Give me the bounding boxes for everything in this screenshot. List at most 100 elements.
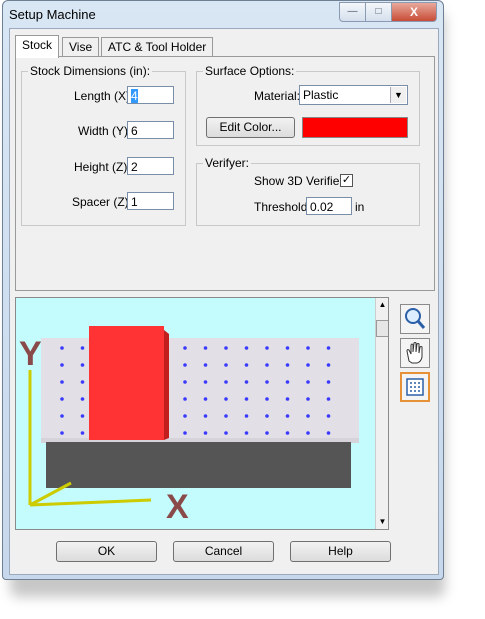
fixture-hole <box>265 363 269 367</box>
fixture-hole <box>80 431 85 435</box>
fixture-hole <box>183 431 187 435</box>
fixture-hole <box>60 431 64 435</box>
fixture-hole <box>306 380 310 384</box>
fixture-hole <box>203 346 208 350</box>
fixture-hole <box>285 414 290 418</box>
help-button[interactable]: Help <box>290 541 391 562</box>
x-axis-line <box>29 498 152 507</box>
surface-color-swatch <box>302 117 408 138</box>
surface-options-title: Surface Options: <box>203 64 297 78</box>
fixture-hole <box>60 414 64 418</box>
dialog-client: Stock Vise ATC & Tool Holder Stock Dimen… <box>9 28 439 575</box>
tab-stock[interactable]: Stock <box>15 35 60 58</box>
fixture-hole <box>285 380 290 384</box>
machine-table <box>46 442 351 488</box>
height-input[interactable]: 2 <box>127 157 174 175</box>
zoom-tool-button[interactable] <box>400 304 430 334</box>
fixture-hole <box>203 380 208 384</box>
scroll-thumb[interactable] <box>376 320 388 337</box>
fixture-hole <box>285 346 290 350</box>
ok-button[interactable]: OK <box>56 541 157 562</box>
maximize-button[interactable]: □ <box>365 2 392 22</box>
length-input[interactable]: 4 <box>127 86 174 104</box>
chevron-down-icon[interactable]: ▼ <box>390 87 406 103</box>
stock-tab-panel: Stock Dimensions (in): Length (X): 4 Wid… <box>15 56 435 291</box>
verifyer-title: Verifyer: <box>203 156 252 170</box>
stock-dimensions-title: Stock Dimensions (in): <box>28 64 153 78</box>
fixture-hole <box>306 431 310 435</box>
length-label: Length (X): <box>74 89 134 103</box>
fixture-hole <box>183 346 187 350</box>
title-bar[interactable]: Setup Machine — □ X <box>3 1 443 29</box>
fixture-hole <box>80 363 85 367</box>
fixture-hole <box>244 397 249 401</box>
fixture-hole <box>80 346 85 350</box>
width-label: Width (Y): <box>78 124 132 138</box>
fixture-hole <box>265 346 269 350</box>
fixture-hole <box>80 380 85 384</box>
surface-options-group: Surface Options: Material: Plastic ▼ Edi… <box>196 64 420 146</box>
fixture-hole <box>203 414 208 418</box>
close-button[interactable]: X <box>391 2 437 22</box>
fixture-hole <box>265 380 269 384</box>
fixture-hole <box>326 363 331 367</box>
threshold-label: Threshold: <box>254 200 311 214</box>
fixture-hole <box>306 363 310 367</box>
fixture-hole <box>224 380 228 384</box>
scroll-down-icon[interactable]: ▼ <box>377 516 388 528</box>
fit-view-tool-button[interactable] <box>400 372 430 402</box>
fixture-hole <box>265 397 269 401</box>
fixture-hole <box>244 414 249 418</box>
stock-preview-viewport[interactable]: Y X ▲ ▼ <box>15 297 389 530</box>
scroll-up-icon[interactable]: ▲ <box>377 299 388 311</box>
y-axis-label: Y <box>19 335 42 373</box>
pan-tool-button[interactable] <box>400 338 430 368</box>
fixture-hole <box>224 363 228 367</box>
fixture-hole <box>265 414 269 418</box>
cancel-button[interactable]: Cancel <box>173 541 274 562</box>
fixture-hole <box>265 431 269 435</box>
pan-hand-icon <box>406 342 423 364</box>
fixture-hole <box>306 414 310 418</box>
fixture-hole <box>244 346 249 350</box>
fixture-plate <box>41 338 359 438</box>
fixture-hole <box>244 363 249 367</box>
fixture-hole <box>326 397 331 401</box>
stock-block <box>89 326 164 440</box>
show-3d-verifier-checkbox[interactable]: ✓ <box>340 174 353 187</box>
fixture-hole <box>60 363 64 367</box>
setup-machine-dialog: Setup Machine — □ X Stock Vise ATC & Too… <box>2 0 444 580</box>
spacer-label: Spacer (Z): <box>72 195 133 209</box>
fixture-hole <box>224 397 228 401</box>
verifyer-group: Verifyer: Show 3D Verifier ✓ Threshold: … <box>196 156 420 226</box>
fixture-hole <box>60 346 64 350</box>
fixture-hole <box>326 346 331 350</box>
fixture-hole <box>203 397 208 401</box>
fixture-hole <box>244 431 249 435</box>
fixture-hole <box>326 431 331 435</box>
fixture-hole <box>183 414 187 418</box>
fixture-hole <box>285 363 290 367</box>
tab-atc-tool-holder[interactable]: ATC & Tool Holder <box>101 37 214 57</box>
fixture-hole <box>60 380 64 384</box>
material-select[interactable]: Plastic ▼ <box>299 85 408 105</box>
stock-block-side <box>164 330 169 440</box>
stock-dimensions-group: Stock Dimensions (in): Length (X): 4 Wid… <box>21 64 186 226</box>
width-input[interactable]: 6 <box>127 121 174 139</box>
fixture-hole <box>285 397 290 401</box>
window-title: Setup Machine <box>9 7 96 22</box>
show-3d-verifier-label: Show 3D Verifier <box>254 174 344 188</box>
spacer-input[interactable]: 1 <box>127 192 174 210</box>
fixture-hole <box>224 346 228 350</box>
minimize-button[interactable]: — <box>339 2 366 22</box>
fixture-hole <box>203 431 208 435</box>
height-label: Height (Z): <box>74 160 131 174</box>
edit-color-button[interactable]: Edit Color... <box>206 117 295 138</box>
fixture-hole <box>326 380 331 384</box>
fixture-hole <box>285 431 290 435</box>
tab-vise[interactable]: Vise <box>62 37 100 57</box>
preview-scrollbar[interactable]: ▲ ▼ <box>375 298 388 529</box>
material-label: Material: <box>254 89 301 103</box>
threshold-input[interactable]: 0.02 <box>306 197 352 215</box>
fixture-hole <box>80 414 85 418</box>
